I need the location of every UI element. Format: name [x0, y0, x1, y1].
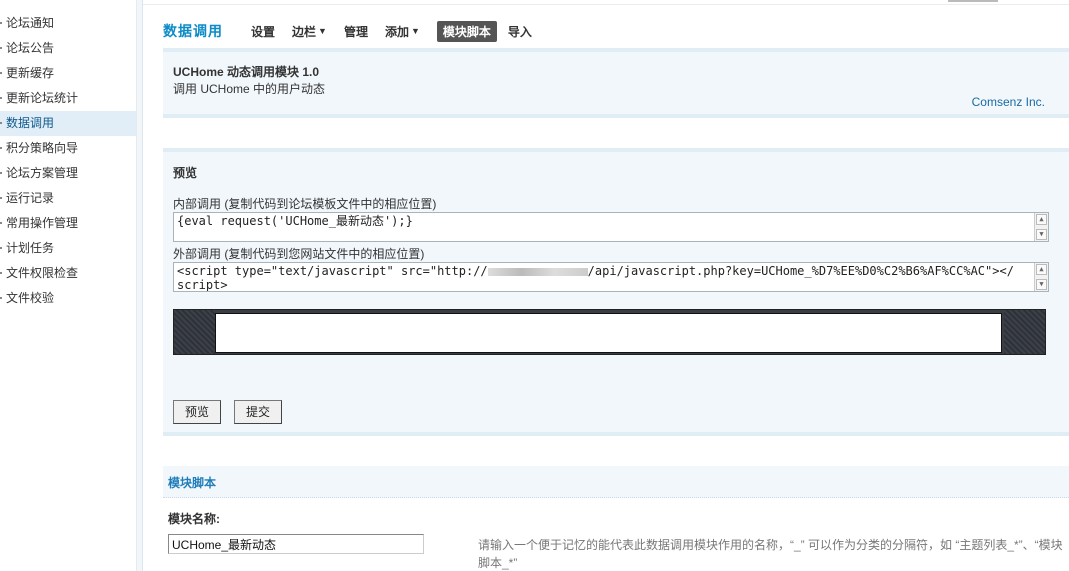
bullet-icon: [0, 72, 2, 74]
frame-texture-right: [1004, 310, 1045, 354]
nav-tab[interactable]: 边栏 ▼: [292, 23, 327, 40]
sidebar-item[interactable]: 论坛公告: [0, 36, 137, 61]
sidebar-item-label: 论坛方案管理: [6, 166, 79, 180]
bullet-icon: [0, 297, 2, 299]
nav-tab-label: 模块脚本: [442, 24, 491, 39]
nav-tab-label: 导入: [507, 24, 532, 39]
preview-panel: 预览 内部调用 (复制代码到论坛模板文件中的相应位置) {eval reques…: [163, 148, 1069, 436]
sidebar-item-label: 数据调用: [6, 116, 55, 130]
sidebar-item-label: 常用操作管理: [6, 216, 79, 230]
external-code-scrollbar[interactable]: ▲ ▼: [1034, 263, 1048, 291]
nav-tab-label: 设置: [251, 24, 276, 39]
sidebar-item[interactable]: 更新论坛统计: [0, 86, 137, 111]
nav-tab[interactable]: 模块脚本: [436, 20, 497, 42]
bullet-icon: [0, 97, 2, 99]
external-code-prefix: <script type="text/javascript" src="http…: [177, 264, 488, 278]
sidebar-item-label: 计划任务: [6, 241, 55, 255]
sidebar-item[interactable]: 积分策略向导: [0, 136, 137, 161]
external-code-line2: script>: [177, 278, 228, 292]
bullet-icon: [0, 147, 2, 149]
scroll-down-icon[interactable]: ▼: [1036, 229, 1047, 240]
sidebar-item[interactable]: 论坛通知: [0, 11, 137, 36]
sidebar-item-label: 论坛通知: [6, 16, 55, 30]
sidebar-item-label: 文件权限检查: [6, 266, 79, 280]
internal-code-scrollbar[interactable]: ▲ ▼: [1034, 213, 1048, 241]
bullet-icon: [0, 22, 2, 24]
sidebar-scrollbar[interactable]: [136, 0, 142, 571]
module-name-label: 模块名称:: [168, 512, 220, 526]
external-call-label: 外部调用 (复制代码到您网站文件中的相应位置): [173, 247, 425, 261]
submit-button[interactable]: 提交: [234, 400, 283, 424]
bullet-icon: [0, 272, 2, 274]
scroll-up-icon[interactable]: ▲: [1036, 264, 1047, 275]
dropdown-arrow-icon: ▼: [410, 26, 420, 36]
scroll-up-icon[interactable]: ▲: [1036, 214, 1047, 225]
script-section-title: 模块脚本: [168, 476, 217, 490]
nav-tab-label: 管理: [343, 24, 368, 39]
sidebar-item-label: 积分策略向导: [6, 141, 79, 155]
preview-button[interactable]: 预览: [173, 400, 222, 424]
sidebar-item-label: 文件校验: [6, 291, 55, 305]
sidebar-item[interactable]: 文件校验: [0, 286, 137, 311]
top-tab-stub[interactable]: [948, 0, 998, 2]
nav-tab-label: 添加: [384, 24, 409, 39]
sidebar-item[interactable]: 论坛方案管理: [0, 161, 137, 186]
top-tab-strip: [143, 0, 1069, 5]
sidebar-item[interactable]: 更新缓存: [0, 61, 137, 86]
nav-tab-label: 边栏: [292, 24, 317, 39]
module-name-input[interactable]: [168, 534, 424, 554]
internal-call-label: 内部调用 (复制代码到论坛模板文件中的相应位置): [173, 197, 437, 211]
sidebar-item[interactable]: 数据调用: [0, 111, 137, 136]
frame-texture-left: [174, 310, 215, 354]
nav-tab[interactable]: 添加 ▼: [385, 23, 420, 40]
page-header: 数据调用 设置 边栏 ▼ 管理 添加 ▼ 模块脚本 导入: [163, 18, 549, 44]
preview-title: 预览: [173, 166, 198, 180]
module-name: UCHome 动态调用模块 1.0: [173, 65, 320, 79]
sidebar-item[interactable]: 常用操作管理: [0, 211, 137, 236]
module-name-hint: 请输入一个便于记忆的能代表此数据调用模块作用的名称，“_” 可以作为分类的分隔符…: [478, 538, 1063, 570]
scroll-down-icon[interactable]: ▼: [1036, 279, 1047, 290]
sidebar-item-label: 更新缓存: [6, 66, 55, 80]
sidebar-item[interactable]: 文件权限检查: [0, 261, 137, 286]
bullet-icon: [0, 247, 2, 249]
bullet-icon: [0, 197, 2, 199]
external-code-textarea[interactable]: <script type="text/javascript" src="http…: [173, 262, 1049, 292]
internal-code-text: {eval request('UCHome_最新动态');}: [177, 214, 413, 228]
preview-render-frame: [173, 309, 1046, 355]
dropdown-arrow-icon: ▼: [318, 26, 327, 36]
bullet-icon: [0, 172, 2, 174]
module-info-panel: UCHome 动态调用模块 1.0 调用 UCHome 中的用户动态 Comse…: [163, 48, 1069, 118]
sidebar-item[interactable]: 计划任务: [0, 236, 137, 261]
sidebar-item-label: 论坛公告: [6, 41, 55, 55]
nav-tab[interactable]: 管理: [344, 23, 368, 40]
bullet-icon: [0, 222, 2, 224]
page-title: 数据调用: [163, 23, 223, 39]
sidebar-item-label: 更新论坛统计: [6, 91, 79, 105]
nav-tab[interactable]: 导入: [508, 23, 532, 40]
sidebar-item-label: 运行记录: [6, 191, 55, 205]
internal-code-textarea[interactable]: {eval request('UCHome_最新动态');} ▲ ▼: [173, 212, 1049, 242]
nav-tab[interactable]: 设置: [251, 23, 275, 40]
left-sidebar: 论坛通知论坛公告更新缓存更新论坛统计 数据调用积分策略向导 论坛方案管理 运行记录常用…: [0, 0, 143, 571]
bullet-icon: [0, 47, 2, 49]
sidebar-item[interactable]: 运行记录: [0, 186, 137, 211]
preview-render-area: [215, 313, 1002, 353]
bullet-icon: [0, 122, 2, 124]
blurred-domain: [487, 267, 588, 276]
sidebar-menu: 论坛通知论坛公告更新缓存更新论坛统计 数据调用积分策略向导 论坛方案管理 运行记录常用…: [0, 0, 142, 311]
header-nav: 设置 边栏 ▼ 管理 添加 ▼ 模块脚本 导入: [251, 20, 549, 42]
external-code-suffix: /api/javascript.php?key=UCHome_%D7%EE%D0…: [587, 264, 1014, 278]
module-description: 调用 UCHome 中的用户动态: [173, 82, 326, 96]
script-section-header: 模块脚本: [163, 466, 1069, 498]
module-vendor: Comsenz Inc.: [971, 95, 1045, 109]
